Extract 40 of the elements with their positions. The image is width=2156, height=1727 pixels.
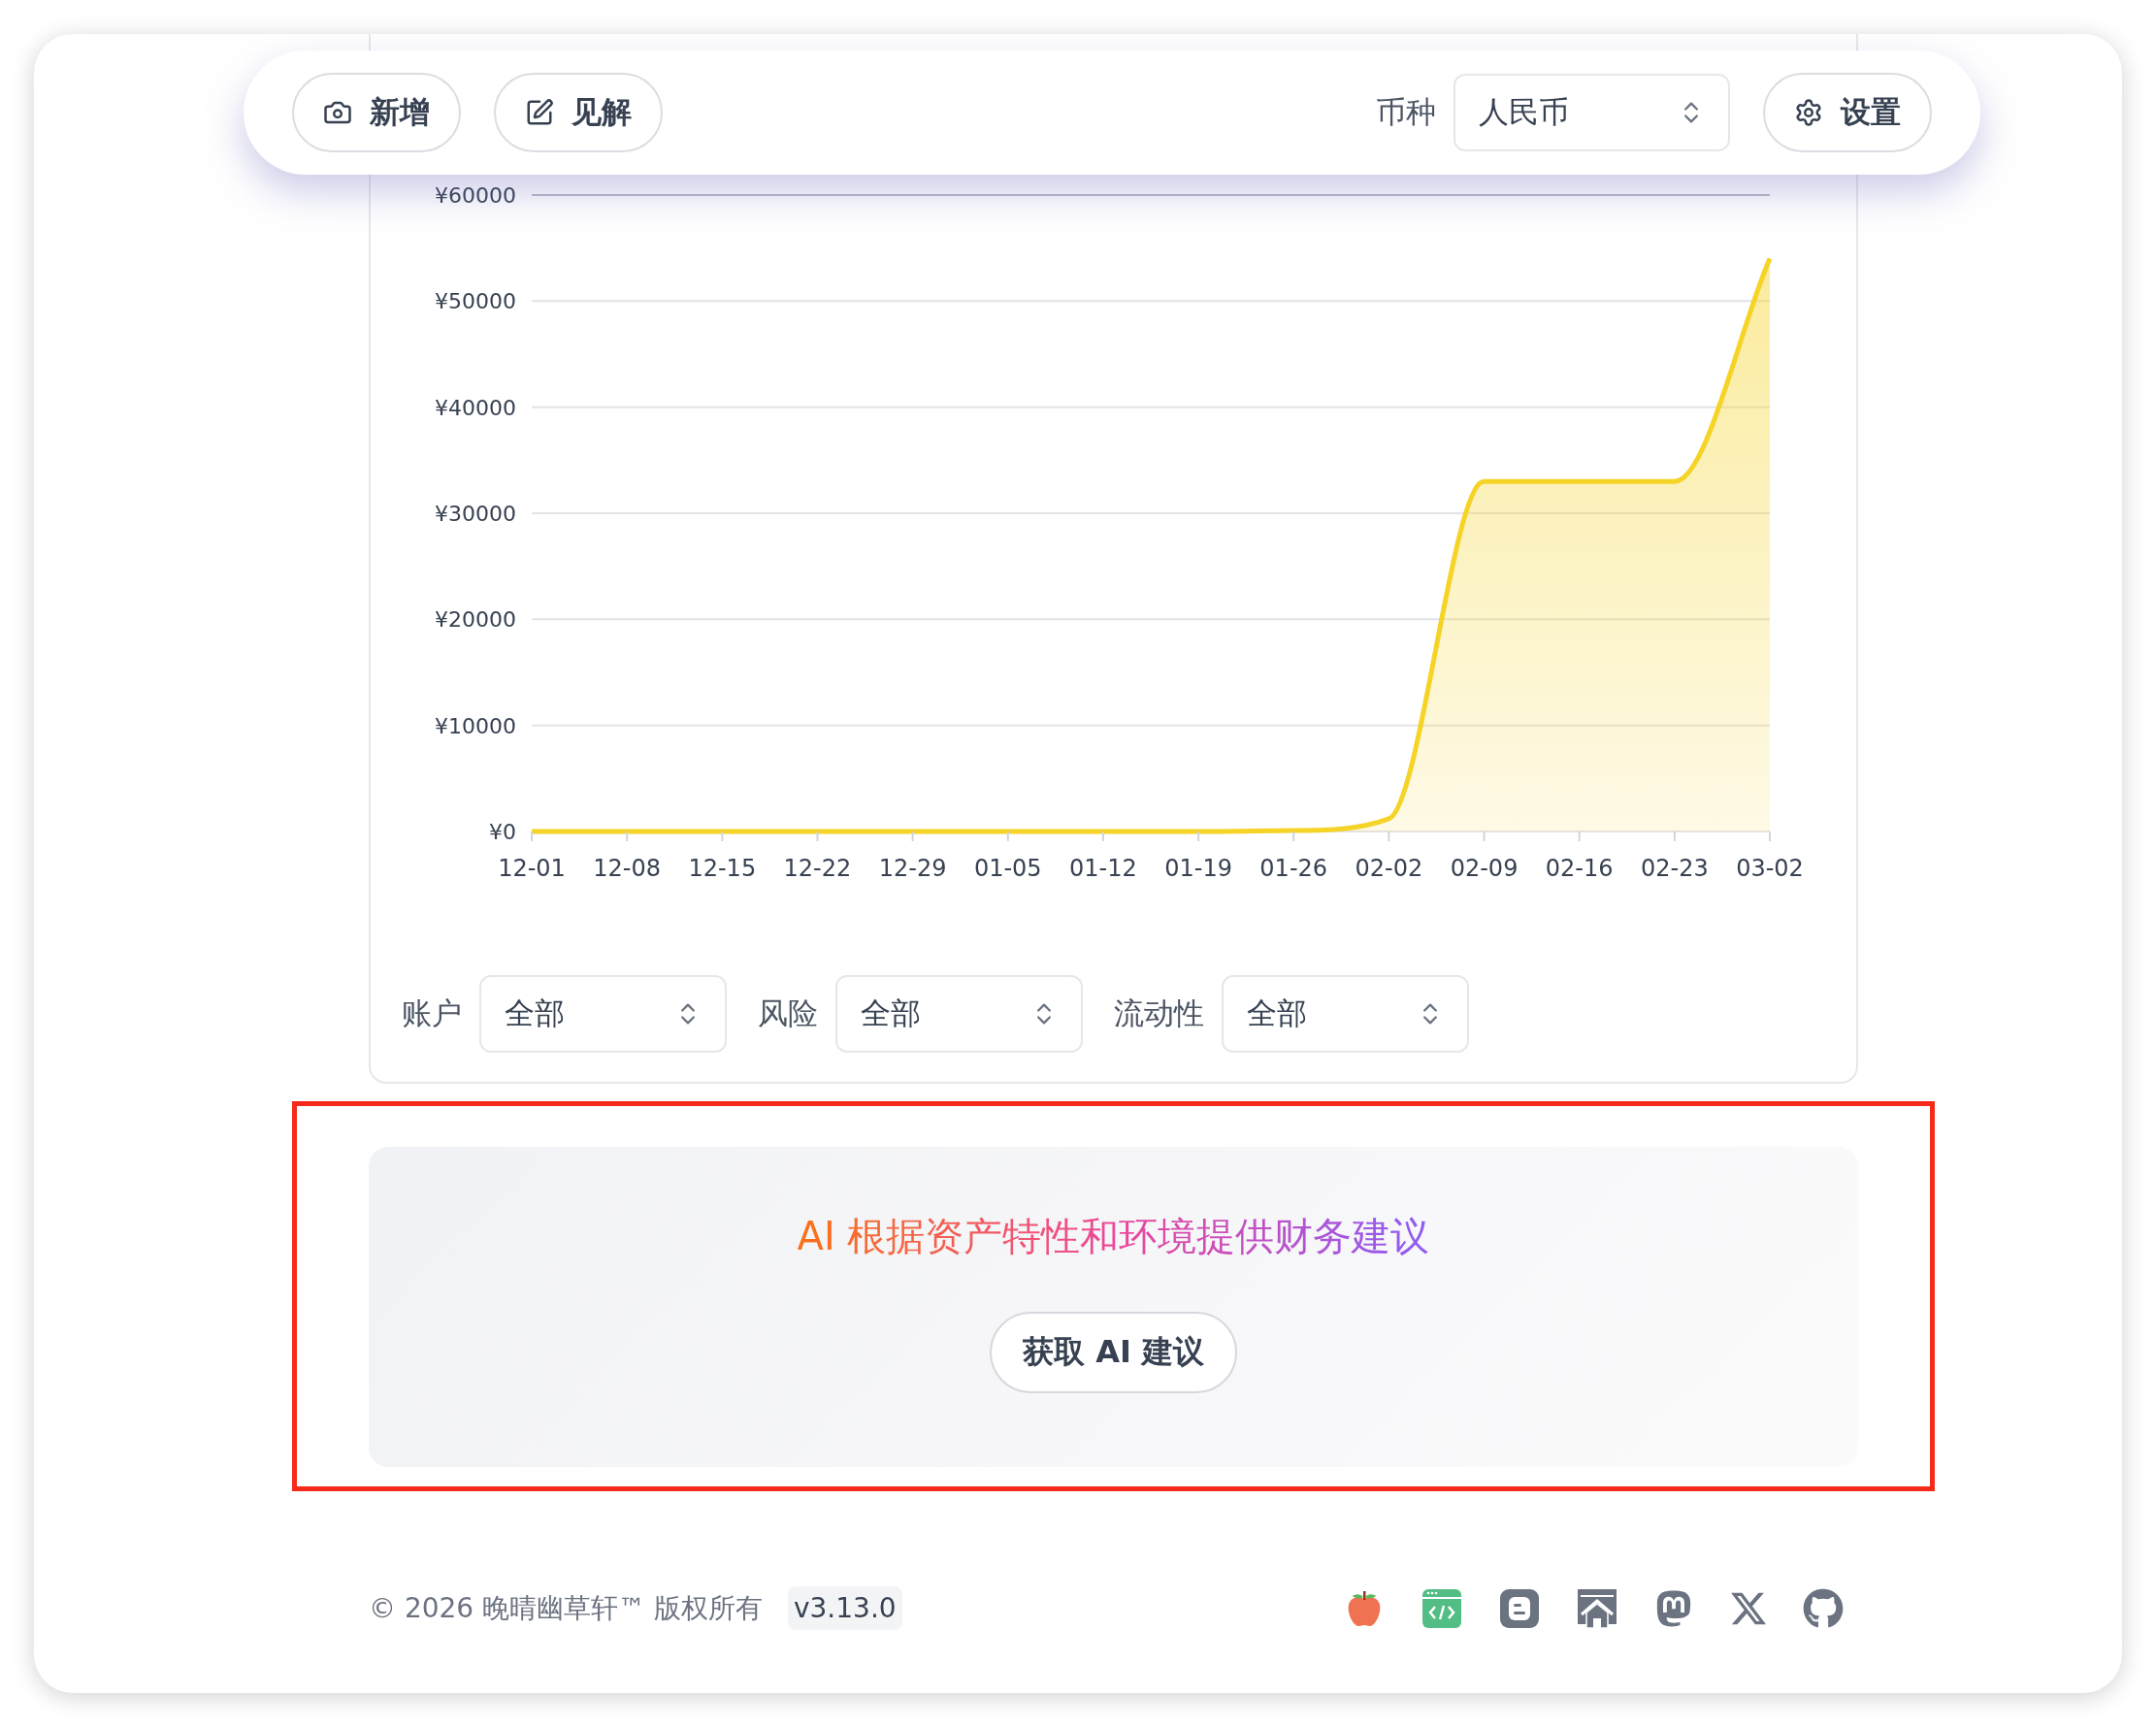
y-axis-label: ¥60000	[435, 183, 516, 208]
filter-select[interactable]: 全部	[835, 975, 1083, 1053]
x-axis-label: 12-29	[878, 855, 947, 882]
y-axis-label: ¥30000	[435, 502, 516, 526]
toolbar-button[interactable]: 新增	[292, 73, 461, 152]
y-axis-label: ¥10000	[435, 713, 516, 738]
github-icon[interactable]	[1803, 1587, 1844, 1629]
filter-select[interactable]: 全部	[1222, 975, 1469, 1053]
y-axis-label: ¥40000	[435, 395, 516, 420]
currency-label: 币种	[1376, 93, 1436, 131]
currency-select[interactable]: 人民币	[1454, 74, 1730, 151]
copyright-text: © 2026 晚晴幽草轩™ 版权所有	[369, 1590, 763, 1626]
x-axis-label: 12-01	[498, 855, 566, 882]
y-axis-label: ¥0	[489, 820, 516, 844]
filter-label: 风险	[758, 994, 818, 1032]
x-axis-label: 12-08	[593, 855, 662, 882]
y-axis-label: ¥20000	[435, 607, 516, 633]
filter-label: 账户	[402, 994, 462, 1032]
pen-icon	[525, 98, 554, 127]
settings-button[interactable]: 设置	[1763, 73, 1932, 152]
version-tag: v3.13.0	[787, 1586, 902, 1630]
x-axis-label: 02-16	[1545, 855, 1614, 882]
x-axis-label: 02-02	[1355, 855, 1423, 882]
toolbar-button[interactable]: 见解	[494, 73, 663, 152]
x-axis-label: 02-23	[1640, 855, 1709, 882]
blog-icon[interactable]	[1498, 1586, 1541, 1630]
x-axis-label: 01-05	[973, 855, 1042, 882]
x-axis-label: 03-02	[1736, 855, 1804, 882]
home-window-icon[interactable]	[1576, 1586, 1618, 1630]
x-axis-label: 02-09	[1450, 855, 1519, 882]
x-axis-label: 12-22	[783, 855, 852, 882]
settings-icon	[1794, 98, 1823, 127]
filter-select[interactable]: 全部	[479, 975, 727, 1053]
ai-advice-button[interactable]: 获取 AI 建议	[990, 1312, 1237, 1393]
x-axis-label: 01-19	[1164, 855, 1232, 882]
x-axis-label: 01-12	[1069, 855, 1137, 882]
y-axis-label: ¥50000	[435, 289, 516, 314]
filter-label: 流动性	[1114, 994, 1204, 1032]
x-axis-label: 12-15	[688, 855, 757, 882]
x-axis-label: 01-26	[1259, 855, 1328, 882]
